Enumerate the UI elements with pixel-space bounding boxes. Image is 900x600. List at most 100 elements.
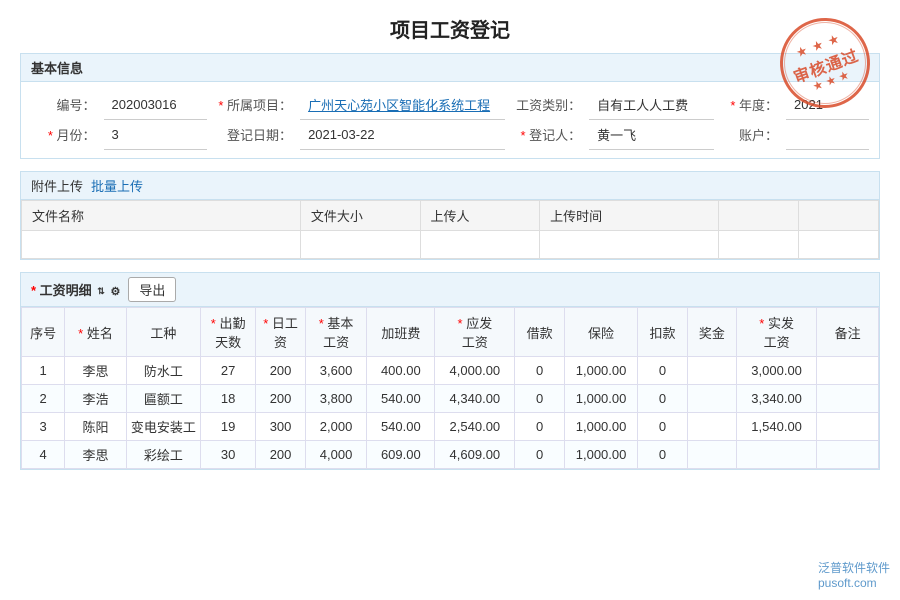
batch-upload-button[interactable]: 批量上传 — [91, 176, 143, 195]
watermark: 泛普软件软件 pusoft.com — [818, 559, 890, 590]
attachment-title: 附件上传 — [31, 176, 83, 195]
cell-r3-c14 — [817, 413, 879, 441]
account-value — [786, 120, 869, 150]
cell-r1-c3: 防水工 — [126, 357, 200, 385]
settings-icon[interactable]: ⚙ — [110, 285, 120, 298]
cell-r1-c2: 李思 — [65, 357, 127, 385]
col-actual: * 实发工资 — [737, 308, 817, 357]
col-should-pay: * 应发工资 — [435, 308, 515, 357]
cell-r1-c7: 400.00 — [367, 357, 435, 385]
cell-r3-c4: 19 — [200, 413, 256, 441]
attach-empty-row — [22, 231, 879, 259]
col-remark: 备注 — [817, 308, 879, 357]
cell-r4-c6: 4,000 — [305, 441, 367, 469]
col-daily: * 日工资 — [256, 308, 305, 357]
col-type: 工种 — [126, 308, 200, 357]
cell-r2-c7: 540.00 — [367, 385, 435, 413]
cell-r2-c4: 18 — [200, 385, 256, 413]
reg-date-value: 2021-03-22 — [300, 120, 505, 150]
cell-r1-c9: 0 — [515, 357, 564, 385]
watermark-brand: 泛普软件 — [818, 561, 866, 575]
col-overtime: 加班费 — [367, 308, 435, 357]
cell-r4-c8: 4,609.00 — [435, 441, 515, 469]
attachment-table: 文件名称 文件大小 上传人 上传时间 — [21, 200, 879, 259]
cell-r2-c6: 3,800 — [305, 385, 367, 413]
project-label: * 所属项目： — [207, 90, 300, 120]
col-name: * 姓名 — [65, 308, 127, 357]
month-label: * 月份： — [31, 120, 104, 150]
cell-r2-c11: 0 — [638, 385, 687, 413]
cell-r4-c14 — [817, 441, 879, 469]
salary-section: * 工资明细 ⇅ ⚙ 导出 序号 * 姓名 工种 * 出勤天数 * 日工资 * … — [20, 272, 880, 470]
salary-row-2: 2李浩匾额工182003,800540.004,340.0001,000.000… — [22, 385, 879, 413]
cell-r1-c10: 1,000.00 — [564, 357, 638, 385]
col-insurance: 保险 — [564, 308, 638, 357]
cell-r3-c12 — [687, 413, 736, 441]
attachment-section: 附件上传 批量上传 文件名称 文件大小 上传人 上传时间 — [20, 171, 880, 260]
approval-stamp: ★ ★ ★ 审核通过 ★ ★ ★ — [780, 18, 870, 108]
cell-r3-c9: 0 — [515, 413, 564, 441]
cell-r1-c11: 0 — [638, 357, 687, 385]
reg-date-label: 登记日期： — [207, 120, 300, 150]
cell-r1-c4: 27 — [200, 357, 256, 385]
watermark-domain: pusoft.com — [818, 576, 877, 590]
basic-info-header: 基本信息 — [20, 53, 880, 82]
cell-r3-c6: 2,000 — [305, 413, 367, 441]
sort-icon[interactable]: ⇅ — [97, 286, 105, 297]
registrar-label: * 登记人： — [505, 120, 589, 150]
project-value[interactable]: 广州天心苑小区智能化系统工程 — [300, 90, 505, 120]
cell-r1-c1: 1 — [22, 357, 65, 385]
cell-r3-c1: 3 — [22, 413, 65, 441]
cell-r2-c1: 2 — [22, 385, 65, 413]
cell-r2-c10: 1,000.00 — [564, 385, 638, 413]
salary-table: 序号 * 姓名 工种 * 出勤天数 * 日工资 * 基本工资 加班费 * 应发工… — [21, 307, 879, 469]
cell-r3-c7: 540.00 — [367, 413, 435, 441]
cell-r2-c13: 3,340.00 — [737, 385, 817, 413]
cell-r1-c14 — [817, 357, 879, 385]
cell-r4-c9: 0 — [515, 441, 564, 469]
col-days: * 出勤天数 — [200, 308, 256, 357]
cell-r1-c5: 200 — [256, 357, 305, 385]
cell-r1-c13: 3,000.00 — [737, 357, 817, 385]
cell-r4-c13 — [737, 441, 817, 469]
registrar-value: 黄一飞 — [589, 120, 713, 150]
col-bonus: 奖金 — [687, 308, 736, 357]
cell-r1-c12 — [687, 357, 736, 385]
salary-row-4: 4李思彩绘工302004,000609.004,609.0001,000.000 — [22, 441, 879, 469]
attach-col-uploader: 上传人 — [420, 201, 540, 231]
cell-r4-c2: 李思 — [65, 441, 127, 469]
cell-r2-c12 — [687, 385, 736, 413]
attach-col-extra2 — [799, 201, 879, 231]
cell-r4-c4: 30 — [200, 441, 256, 469]
page-title: 项目工资登记 — [20, 0, 880, 53]
salary-row-3: 3陈阳变电安装工193002,000540.002,540.0001,000.0… — [22, 413, 879, 441]
account-label: 账户： — [714, 120, 787, 150]
col-seq: 序号 — [22, 308, 65, 357]
salary-header: * 工资明细 ⇅ ⚙ 导出 — [21, 273, 879, 307]
salary-row-1: 1李思防水工272003,600400.004,000.0001,000.000… — [22, 357, 879, 385]
cell-r4-c10: 1,000.00 — [564, 441, 638, 469]
cell-r2-c9: 0 — [515, 385, 564, 413]
cell-r1-c8: 4,000.00 — [435, 357, 515, 385]
cell-r3-c10: 1,000.00 — [564, 413, 638, 441]
attach-col-name: 文件名称 — [22, 201, 301, 231]
basic-info-section: 编号： 202003016 * 所属项目： 广州天心苑小区智能化系统工程 工资类… — [20, 82, 880, 159]
cell-r1-c6: 3,600 — [305, 357, 367, 385]
bh-label: 编号： — [31, 90, 104, 120]
wage-type-label: 工资类别： — [505, 90, 589, 120]
attachment-header: 附件上传 批量上传 — [21, 172, 879, 200]
export-button[interactable]: 导出 — [128, 277, 176, 302]
month-value: 3 — [104, 120, 208, 150]
cell-r4-c7: 609.00 — [367, 441, 435, 469]
cell-r4-c12 — [687, 441, 736, 469]
attach-col-extra1 — [719, 201, 799, 231]
cell-r4-c5: 200 — [256, 441, 305, 469]
cell-r2-c5: 200 — [256, 385, 305, 413]
year-label: * 年度： — [714, 90, 787, 120]
cell-r2-c14 — [817, 385, 879, 413]
cell-r2-c8: 4,340.00 — [435, 385, 515, 413]
bh-value: 202003016 — [104, 90, 208, 120]
cell-r3-c2: 陈阳 — [65, 413, 127, 441]
cell-r4-c11: 0 — [638, 441, 687, 469]
attach-col-size: 文件大小 — [300, 201, 420, 231]
